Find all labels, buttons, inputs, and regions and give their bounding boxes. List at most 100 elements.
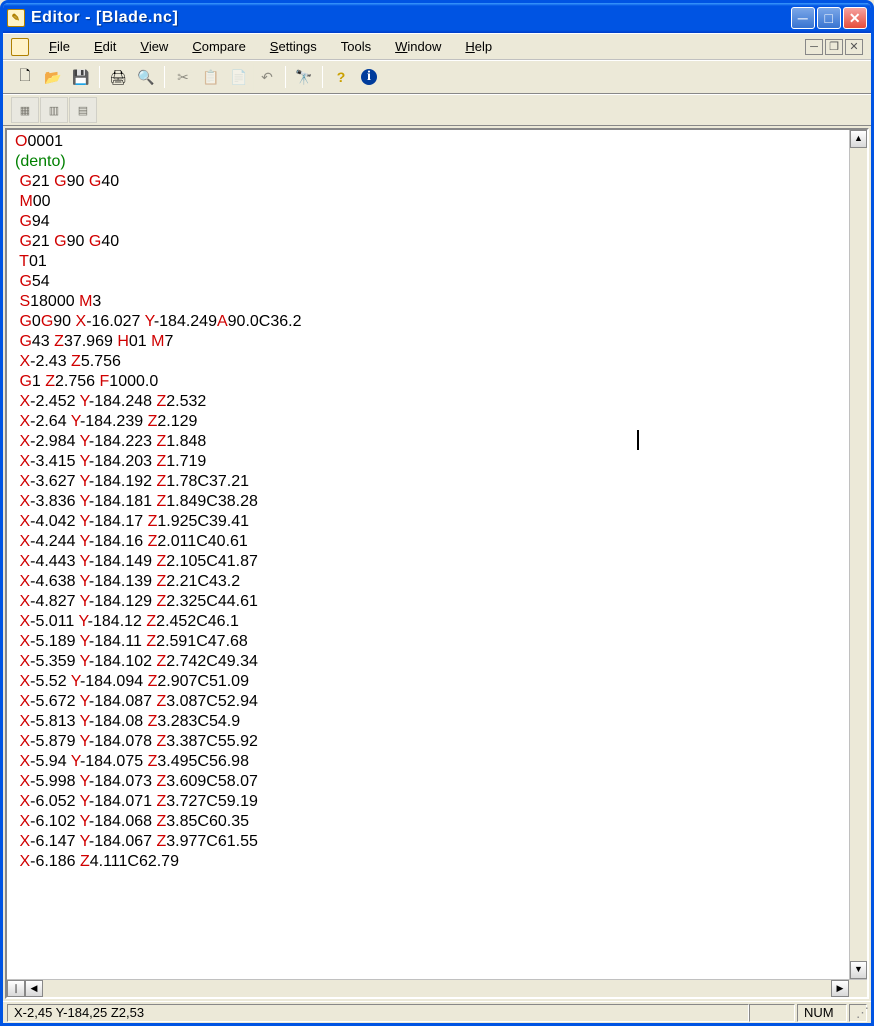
- code-line[interactable]: X-5.672 Y-184.087 Z3.087C52.94: [15, 692, 859, 712]
- code-line[interactable]: X-2.43 Z5.756: [15, 352, 859, 372]
- code-line[interactable]: T01: [15, 252, 859, 272]
- code-line[interactable]: M00: [15, 192, 859, 212]
- open-button[interactable]: 📂: [39, 64, 67, 90]
- menu-edit[interactable]: Edit: [82, 37, 128, 56]
- help-button[interactable]: ?: [327, 64, 355, 90]
- split-handle[interactable]: ❘: [7, 980, 25, 997]
- statusbar: X-2,45 Y-184,25 Z2,53 NUM ⋰: [3, 1001, 871, 1023]
- code-line[interactable]: X-2.984 Y-184.223 Z1.848: [15, 432, 859, 452]
- menu-settings[interactable]: Settings: [258, 37, 329, 56]
- binoculars-icon: 🔭: [295, 69, 312, 86]
- status-coords: X-2,45 Y-184,25 Z2,53: [7, 1004, 749, 1022]
- status-num: NUM: [797, 1004, 847, 1022]
- window-controls: ─ □ ✕: [791, 7, 867, 29]
- print-button[interactable]: 🖨: [104, 64, 132, 90]
- separator: [164, 66, 165, 88]
- code-editor[interactable]: ▲ ▼ O0001(dento) G21 G90 G40 M00 G94 G21…: [7, 130, 867, 979]
- info-icon: i: [361, 69, 377, 85]
- code-line[interactable]: X-4.827 Y-184.129 Z2.325C44.61: [15, 592, 859, 612]
- new-file-icon: 🗋: [19, 65, 30, 89]
- code-line[interactable]: X-5.879 Y-184.078 Z3.387C55.92: [15, 732, 859, 752]
- scroll-up-button[interactable]: ▲: [850, 130, 867, 148]
- code-line[interactable]: X-6.052 Y-184.071 Z3.727C59.19: [15, 792, 859, 812]
- code-line[interactable]: X-4.638 Y-184.139 Z2.21C43.2: [15, 572, 859, 592]
- code-line[interactable]: X-4.042 Y-184.17 Z1.925C39.41: [15, 512, 859, 532]
- code-line[interactable]: X-5.52 Y-184.094 Z2.907C51.09: [15, 672, 859, 692]
- code-line[interactable]: X-3.836 Y-184.181 Z1.849C38.28: [15, 492, 859, 512]
- code-line[interactable]: X-6.102 Y-184.068 Z3.85C60.35: [15, 812, 859, 832]
- window-title: Editor - [Blade.nc]: [31, 9, 791, 27]
- menu-compare[interactable]: Compare: [180, 37, 257, 56]
- scroll-track[interactable]: [850, 148, 867, 961]
- preview-button[interactable]: 🔍: [132, 64, 160, 90]
- mdi-close[interactable]: ✕: [845, 39, 863, 55]
- preview-icon: 🔍: [137, 69, 154, 86]
- save-disk-icon: 💾: [72, 69, 89, 86]
- code-line[interactable]: G54: [15, 272, 859, 292]
- code-line[interactable]: G21 G90 G40: [15, 172, 859, 192]
- scissors-icon: ✂: [177, 69, 189, 86]
- code-line[interactable]: X-5.998 Y-184.073 Z3.609C58.07: [15, 772, 859, 792]
- code-line[interactable]: G21 G90 G40: [15, 232, 859, 252]
- code-line[interactable]: G0G90 X-16.027 Y-184.249A90.0C36.2: [15, 312, 859, 332]
- code-line[interactable]: X-4.443 Y-184.149 Z2.105C41.87: [15, 552, 859, 572]
- maximize-button[interactable]: □: [817, 7, 841, 29]
- printer-icon: 🖨: [109, 69, 127, 86]
- scroll-right-button[interactable]: ▶: [831, 980, 849, 997]
- code-line[interactable]: X-5.189 Y-184.11 Z2.591C47.68: [15, 632, 859, 652]
- menu-file[interactable]: File: [37, 37, 82, 56]
- open-folder-icon: 📂: [44, 69, 61, 86]
- copy-icon: 📋: [202, 69, 219, 86]
- code-line[interactable]: G43 Z37.969 H01 M7: [15, 332, 859, 352]
- mdi-restore[interactable]: ❐: [825, 39, 843, 55]
- find-button[interactable]: 🔭: [290, 64, 318, 90]
- code-line[interactable]: G94: [15, 212, 859, 232]
- status-empty: [749, 1004, 795, 1022]
- code-line[interactable]: X-2.452 Y-184.248 Z2.532: [15, 392, 859, 412]
- text-cursor: [637, 430, 639, 450]
- code-line[interactable]: X-5.359 Y-184.102 Z2.742C49.34: [15, 652, 859, 672]
- separator: [285, 66, 286, 88]
- menu-view[interactable]: View: [128, 37, 180, 56]
- about-button[interactable]: i: [355, 64, 383, 90]
- code-line[interactable]: X-6.186 Z4.111C62.79: [15, 852, 859, 872]
- code-line[interactable]: X-2.64 Y-184.239 Z2.129: [15, 412, 859, 432]
- scroll-down-button[interactable]: ▼: [850, 961, 867, 979]
- secondary-toolbar: ▦ ▥ ▤: [3, 94, 871, 126]
- undo-button[interactable]: ↶: [253, 64, 281, 90]
- menu-help[interactable]: Help: [453, 37, 504, 56]
- app-icon: ✎: [7, 9, 25, 27]
- code-line[interactable]: (dento): [15, 152, 859, 172]
- tool2-c[interactable]: ▤: [69, 97, 97, 123]
- code-line[interactable]: X-3.627 Y-184.192 Z1.78C37.21: [15, 472, 859, 492]
- code-line[interactable]: X-3.415 Y-184.203 Z1.719: [15, 452, 859, 472]
- code-line[interactable]: X-5.011 Y-184.12 Z2.452C46.1: [15, 612, 859, 632]
- scroll-corner: [849, 980, 867, 997]
- scroll-left-button[interactable]: ◀: [25, 980, 43, 997]
- tool2-a[interactable]: ▦: [11, 97, 39, 123]
- code-line[interactable]: X-5.813 Y-184.08 Z3.283C54.9: [15, 712, 859, 732]
- menu-window[interactable]: Window: [383, 37, 453, 56]
- cut-button[interactable]: ✂: [169, 64, 197, 90]
- mdi-minimize[interactable]: ─: [805, 39, 823, 55]
- code-line[interactable]: X-6.147 Y-184.067 Z3.977C61.55: [15, 832, 859, 852]
- titlebar[interactable]: ✎ Editor - [Blade.nc] ─ □ ✕: [3, 3, 871, 33]
- vertical-scrollbar[interactable]: ▲ ▼: [849, 130, 867, 979]
- tool2-b[interactable]: ▥: [40, 97, 68, 123]
- code-line[interactable]: G1 Z2.756 F1000.0: [15, 372, 859, 392]
- menu-tools[interactable]: Tools: [329, 37, 383, 56]
- paste-icon: 📄: [230, 69, 247, 86]
- resize-grip[interactable]: ⋰: [849, 1004, 867, 1022]
- copy-button[interactable]: 📋: [197, 64, 225, 90]
- code-line[interactable]: S18000 M3: [15, 292, 859, 312]
- new-button[interactable]: 🗋: [11, 64, 39, 90]
- horizontal-scrollbar[interactable]: ❘ ◀ ▶: [7, 979, 867, 997]
- hscroll-track[interactable]: [43, 980, 831, 997]
- save-button[interactable]: 💾: [67, 64, 95, 90]
- close-button[interactable]: ✕: [843, 7, 867, 29]
- code-line[interactable]: X-5.94 Y-184.075 Z3.495C56.98: [15, 752, 859, 772]
- code-line[interactable]: X-4.244 Y-184.16 Z2.011C40.61: [15, 532, 859, 552]
- paste-button[interactable]: 📄: [225, 64, 253, 90]
- code-line[interactable]: O0001: [15, 132, 859, 152]
- minimize-button[interactable]: ─: [791, 7, 815, 29]
